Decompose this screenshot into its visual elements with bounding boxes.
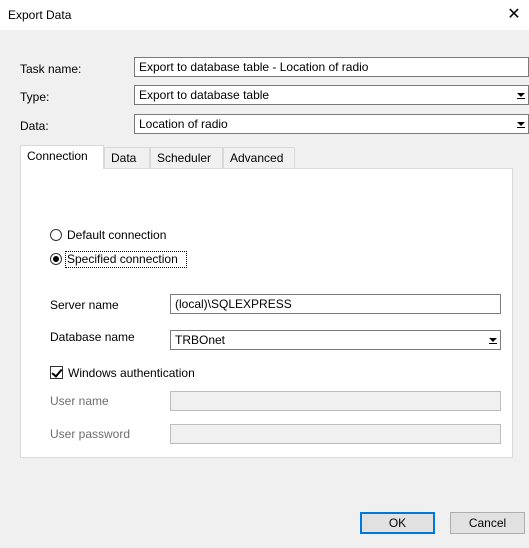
close-icon[interactable]: ✕ <box>499 0 529 30</box>
data-dropdown[interactable]: Location of radio <box>134 114 529 134</box>
chevron-down-icon[interactable] <box>511 115 528 133</box>
tab-connection[interactable]: Connection <box>20 145 104 169</box>
database-name-dropdown[interactable]: TRBOnet <box>170 330 501 350</box>
user-name-input[interactable] <box>170 391 501 411</box>
data-dropdown-value: Location of radio <box>139 117 228 131</box>
type-dropdown-value: Export to database table <box>139 88 270 102</box>
type-dropdown[interactable]: Export to database table <box>134 85 529 105</box>
chevron-down-icon[interactable] <box>483 331 500 349</box>
tab-data[interactable]: Data <box>104 147 150 169</box>
user-name-label: User name <box>50 394 109 408</box>
default-connection-label[interactable]: Default connection <box>67 228 166 242</box>
user-password-input[interactable] <box>170 424 501 444</box>
database-name-label: Database name <box>50 330 135 344</box>
tab-scheduler[interactable]: Scheduler <box>150 147 223 169</box>
specified-connection-label[interactable]: Specified connection <box>67 252 178 266</box>
cancel-button[interactable]: Cancel <box>450 512 525 534</box>
default-connection-radio[interactable] <box>50 229 62 241</box>
title-bar: Export Data ✕ <box>0 0 529 30</box>
specified-connection-radio[interactable] <box>50 253 62 265</box>
tab-advanced[interactable]: Advanced <box>223 147 295 169</box>
task-name-input[interactable]: Export to database table - Location of r… <box>134 57 529 77</box>
windows-authentication-label[interactable]: Windows authentication <box>68 366 195 380</box>
ok-button[interactable]: OK <box>360 512 435 534</box>
server-name-label: Server name <box>50 298 119 312</box>
type-label: Type: <box>20 90 50 104</box>
data-label: Data: <box>20 119 49 133</box>
window-title: Export Data <box>8 8 72 22</box>
windows-authentication-checkbox[interactable] <box>50 366 63 379</box>
server-name-input[interactable]: (local)\SQLEXPRESS <box>170 294 501 314</box>
user-password-label: User password <box>50 427 131 441</box>
task-name-label: Task name: <box>20 62 82 76</box>
chevron-down-icon[interactable] <box>511 86 528 104</box>
database-name-value: TRBOnet <box>175 333 226 347</box>
